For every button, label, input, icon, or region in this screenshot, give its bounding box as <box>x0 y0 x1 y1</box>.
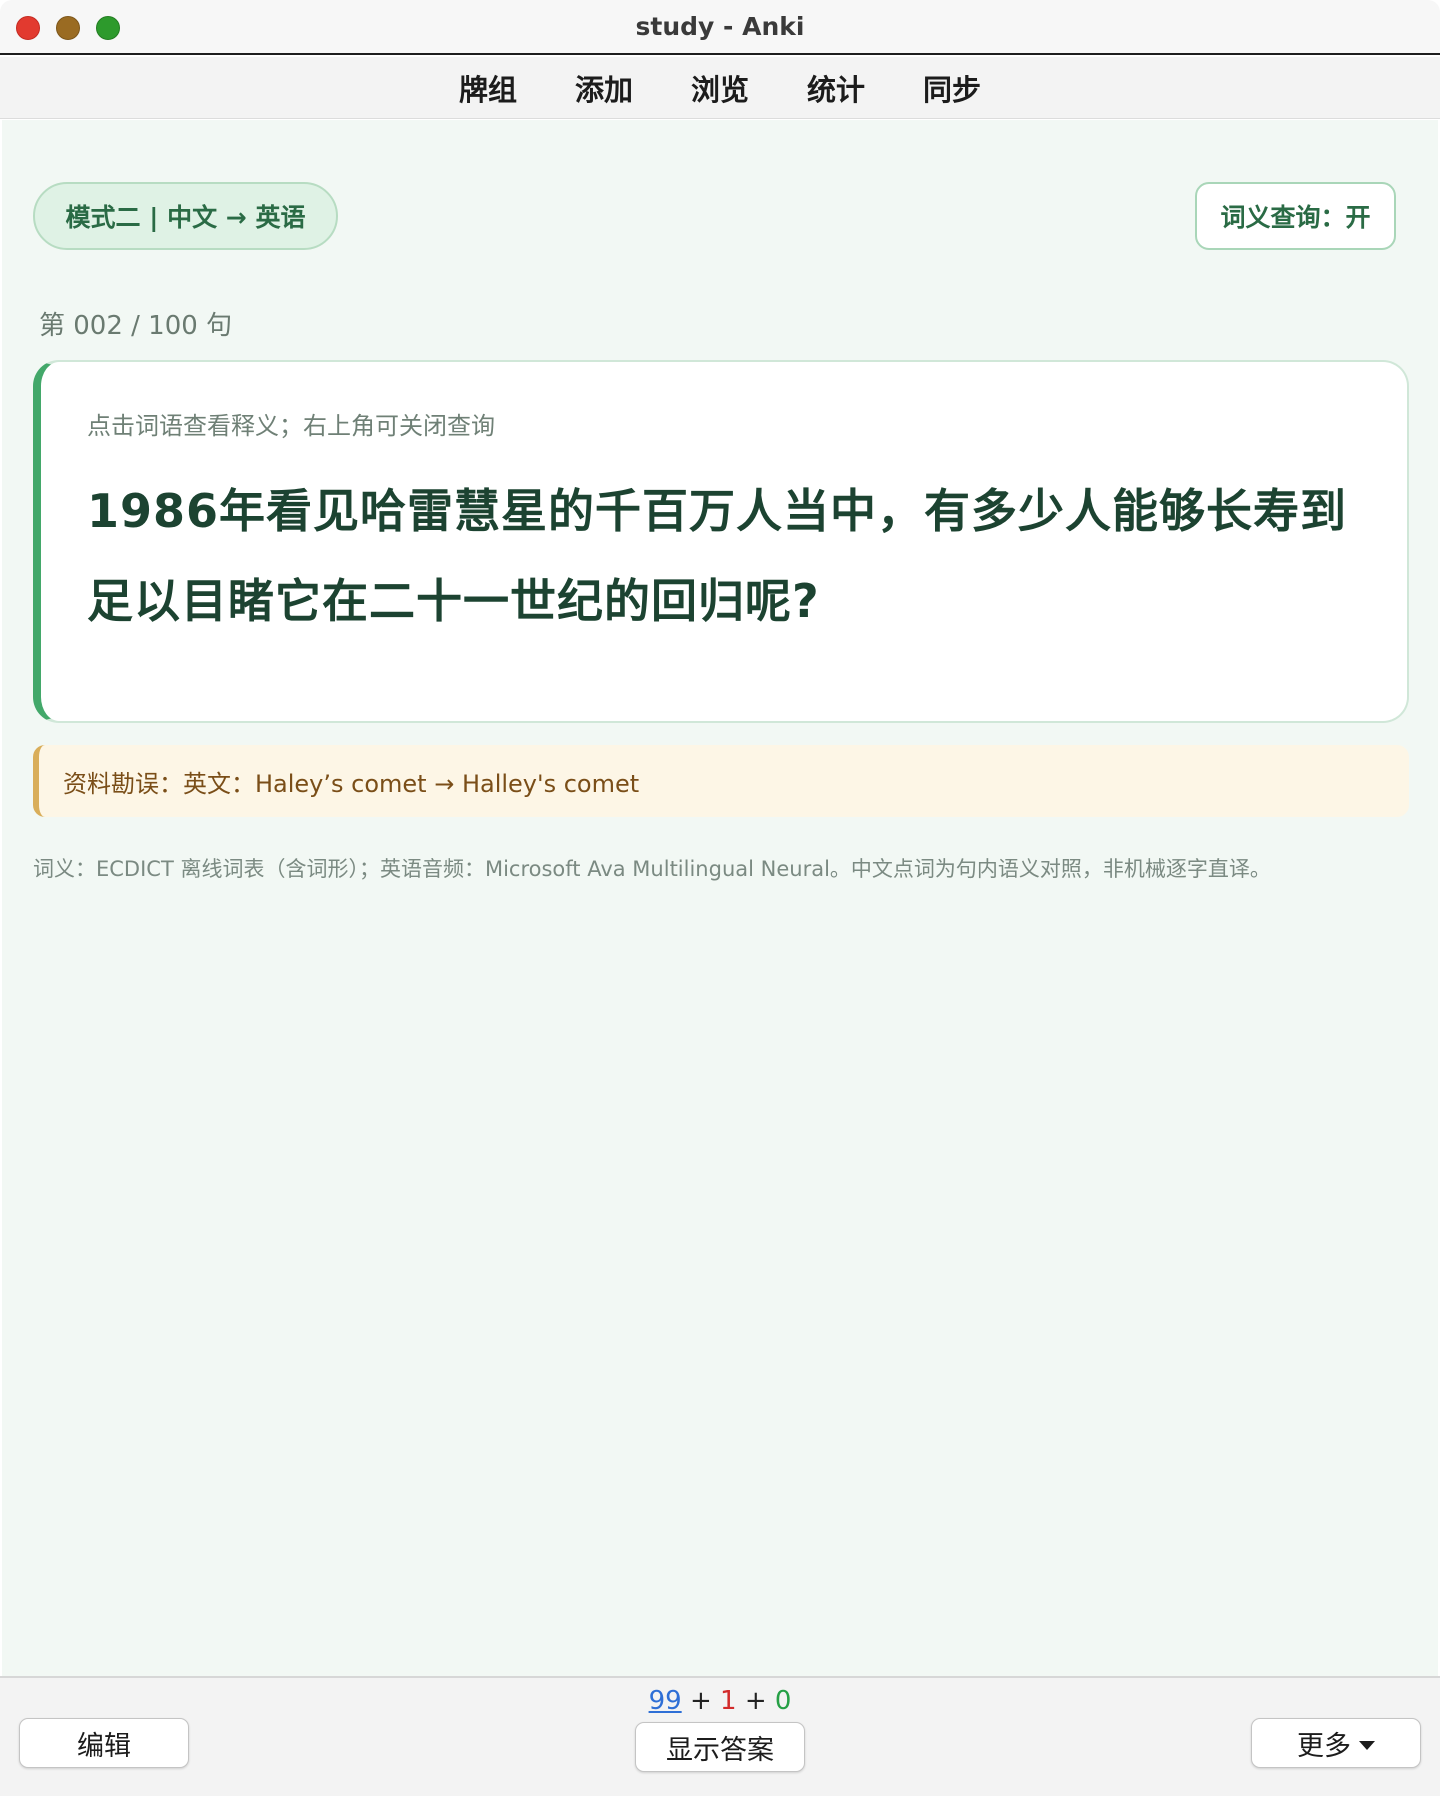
mode-badge: 模式二 | 中文 → 英语 <box>33 182 338 250</box>
show-answer-button[interactable]: 显示答案 <box>635 1722 805 1772</box>
card-area: 模式二 | 中文 → 英语 词义查询：开 第 002 / 100 句 点击词语查… <box>2 120 1438 1676</box>
erratum-note: 资料勘误：英文：Haley’s comet → Halley's comet <box>33 745 1409 817</box>
due-counts: 99 + 1 + 0 <box>0 1686 1440 1716</box>
more-button-label: 更多 <box>1297 1730 1351 1762</box>
nav-sync[interactable]: 同步 <box>923 67 981 109</box>
nav-stats[interactable]: 统计 <box>807 67 865 109</box>
bottom-bar: 99 + 1 + 0 编辑 显示答案 更多 <box>0 1676 1440 1796</box>
window-title: study - Anki <box>635 12 805 41</box>
card-hint: 点击词语查看释义；右上角可关闭查询 <box>87 412 495 440</box>
sentence-counter: 第 002 / 100 句 <box>39 311 233 341</box>
footnote: 词义：ECDICT 离线词表（含词形）；英语音频：Microsoft Ava M… <box>33 857 1271 881</box>
caret-down-icon <box>1359 1740 1375 1750</box>
more-button[interactable]: 更多 <box>1251 1718 1421 1768</box>
nav-decks[interactable]: 牌组 <box>459 67 517 109</box>
title-bar: study - Anki <box>0 0 1440 55</box>
learn-count: 1 <box>720 1686 737 1716</box>
review-count: 0 <box>774 1686 792 1716</box>
plus-sign: + <box>689 1686 712 1716</box>
question-sentence[interactable]: 1986年看见哈雷慧星的千百万人当中，有多少人能够长寿到足以目睹它在二十一世纪的… <box>87 466 1387 646</box>
show-answer-label: 显示答案 <box>666 1734 774 1766</box>
new-count[interactable]: 99 <box>649 1686 682 1716</box>
top-nav: 牌组 添加 浏览 统计 同步 <box>0 57 1440 119</box>
nav-add[interactable]: 添加 <box>575 67 633 109</box>
edit-button-label: 编辑 <box>77 1730 131 1762</box>
plus-sign: + <box>744 1686 767 1716</box>
lookup-toggle-button[interactable]: 词义查询：开 <box>1195 182 1396 250</box>
edit-button[interactable]: 编辑 <box>19 1718 189 1768</box>
question-card: 点击词语查看释义；右上角可关闭查询 1986年看见哈雷慧星的千百万人当中，有多少… <box>33 360 1409 723</box>
nav-browse[interactable]: 浏览 <box>691 67 749 109</box>
